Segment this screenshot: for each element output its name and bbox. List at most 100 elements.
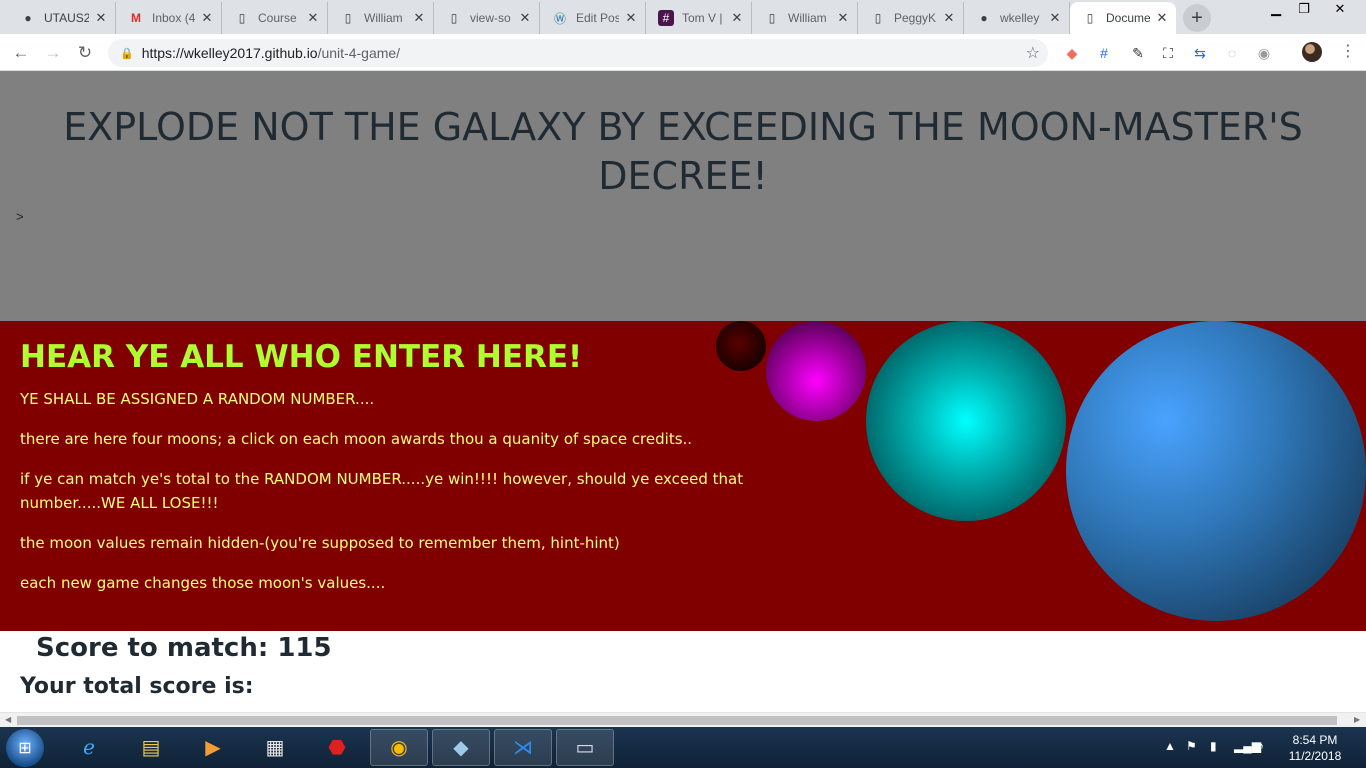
page-icon: ▯: [1086, 11, 1094, 25]
close-icon[interactable]: ✕: [1154, 10, 1170, 26]
browser-tab[interactable]: # Tom V | ✕: [646, 2, 752, 34]
browser-tab[interactable]: ● wkelley ✕: [964, 2, 1070, 34]
rule-text: the moon values remain hidden-(you're su…: [20, 534, 620, 552]
media-player-icon[interactable]: ▶: [184, 729, 242, 766]
tab-title: wkelley: [1000, 11, 1040, 25]
back-icon[interactable]: ←: [8, 40, 34, 66]
browser-toolbar: ← → ↻ 🔒 https://wkelley2017.github.io/un…: [0, 34, 1366, 71]
page-title: EXPLODE NOT THE GALAXY BY EXCEEDING THE …: [63, 105, 1303, 198]
tab-strip: ● UTAUS2 ✕ M Inbox (4 ✕ ▯ Course ✕ ▯ Wil…: [0, 0, 1366, 34]
close-icon[interactable]: ✕: [835, 10, 851, 26]
reload-icon[interactable]: ↻: [72, 40, 98, 66]
browser-tab[interactable]: Ⓦ Edit Pos ✕: [540, 2, 646, 34]
github-icon: ●: [980, 11, 988, 25]
tab-title: William: [364, 11, 403, 25]
extension-icon[interactable]: ◆: [1062, 43, 1082, 63]
page-icon: ▯: [238, 11, 246, 25]
browser-tab[interactable]: ▯ Course ✕: [222, 2, 328, 34]
wordpress-icon: Ⓦ: [553, 11, 566, 26]
volume-icon[interactable]: ♪: [1258, 739, 1264, 753]
scrollbar-thumb[interactable]: [17, 716, 1337, 725]
browser-tab[interactable]: M Inbox (4 ✕: [116, 2, 222, 34]
bookmark-star-icon[interactable]: ☆: [1026, 43, 1040, 63]
flag-icon[interactable]: ⚑: [1186, 739, 1197, 753]
tab-title: view-so: [470, 11, 511, 25]
battery-icon[interactable]: ▮: [1210, 739, 1217, 753]
tab-title: UTAUS2: [44, 11, 89, 25]
scroll-left-icon[interactable]: ◀: [5, 715, 11, 724]
system-clock[interactable]: 8:54 PM 11/2/2018: [1282, 732, 1348, 764]
restore-icon[interactable]: ❐: [1290, 0, 1318, 18]
acrobat-icon[interactable]: ⬣: [308, 729, 366, 766]
close-icon[interactable]: ✕: [623, 10, 639, 26]
browser-tab[interactable]: ▯ William ✕: [752, 2, 858, 34]
close-icon[interactable]: ✕: [93, 10, 109, 26]
page-viewport: EXPLODE NOT THE GALAXY BY EXCEEDING THE …: [0, 71, 1366, 712]
menu-icon[interactable]: ⋮: [1340, 41, 1356, 61]
slack-icon: #: [658, 10, 674, 26]
instructions-heading: HEAR YE ALL WHO ENTER HERE!: [20, 339, 583, 375]
close-icon[interactable]: ✕: [1047, 10, 1063, 26]
start-button[interactable]: ⊞: [6, 729, 44, 767]
address-bar[interactable]: 🔒 https://wkelley2017.github.io/unit-4-g…: [108, 39, 1048, 67]
command-prompt-icon[interactable]: ▭: [556, 729, 614, 766]
internet-explorer-icon[interactable]: ℯ: [60, 729, 118, 766]
extension-icon[interactable]: #: [1094, 43, 1114, 63]
close-icon[interactable]: ✕: [199, 10, 215, 26]
extension-icon[interactable]: ◌: [1222, 43, 1242, 63]
forward-icon[interactable]: →: [40, 40, 66, 66]
camera-icon[interactable]: ◉: [1254, 43, 1274, 63]
clock-date: 11/2/2018: [1288, 749, 1342, 763]
tab-title: William: [788, 11, 827, 25]
url-host: https://wkelley2017.github.io: [141, 45, 318, 61]
rule-text: if ye can match ye's total to the RANDOM…: [20, 470, 744, 512]
close-icon[interactable]: ✕: [517, 10, 533, 26]
document-app-icon[interactable]: ▦: [246, 729, 304, 766]
tab-title: Tom V |: [682, 11, 723, 25]
chrome-icon[interactable]: ◉: [370, 729, 428, 766]
extension-icon[interactable]: ⇆: [1190, 43, 1210, 63]
moon-button-3[interactable]: [866, 321, 1066, 521]
browser-tab-active[interactable]: ▯ Docume ✕: [1070, 2, 1176, 34]
close-window-icon[interactable]: ✕: [1326, 0, 1354, 18]
tab-title: PeggyK: [894, 11, 937, 25]
page-icon: ▯: [344, 11, 352, 25]
moon-button-2[interactable]: [766, 321, 866, 421]
page-icon: ▯: [768, 11, 776, 25]
instructions-panel: HEAR YE ALL WHO ENTER HERE! YE SHALL BE …: [0, 321, 1366, 631]
close-icon[interactable]: ✕: [941, 10, 957, 26]
close-icon[interactable]: ✕: [411, 10, 427, 26]
score-to-match: Score to match: 115: [36, 633, 332, 663]
horizontal-scrollbar[interactable]: ◀ ▶: [0, 712, 1366, 727]
tab-title: Edit Pos: [576, 11, 619, 25]
minimize-icon[interactable]: ▁: [1262, 0, 1290, 18]
url-path: /unit-4-game/: [317, 45, 401, 61]
page-icon: ▯: [874, 11, 882, 25]
score-value: 115: [277, 633, 332, 663]
screenshot-icon[interactable]: ⛶: [1158, 43, 1178, 63]
rule-text: YE SHALL BE ASSIGNED A RANDOM NUMBER....: [20, 390, 375, 408]
taskbar: ⊞ ℯ ▤ ▶ ▦ ⬣ ◉ ◆ ⋊ ▭ ▲ ⚑ ▮ ▂▄▆ ♪ 8:54 PM …: [0, 727, 1366, 768]
stray-text: >: [16, 209, 24, 224]
browser-tab[interactable]: ● UTAUS2 ✕: [8, 2, 116, 34]
file-explorer-icon[interactable]: ▤: [122, 729, 180, 766]
moon-button-4[interactable]: [1066, 321, 1366, 621]
rule-text: there are here four moons; a click on ea…: [20, 430, 693, 448]
profile-avatar[interactable]: [1302, 42, 1322, 62]
moon-button-1[interactable]: [716, 321, 766, 371]
rule-text: each new game changes those moon's value…: [20, 574, 386, 592]
browser-tab[interactable]: ▯ William ✕: [328, 2, 434, 34]
close-icon[interactable]: ✕: [729, 10, 745, 26]
extension-icon[interactable]: ✎: [1128, 43, 1148, 63]
browser-tab[interactable]: ▯ PeggyK ✕: [858, 2, 964, 34]
show-hidden-icons-icon[interactable]: ▲: [1164, 739, 1176, 753]
score-label: Score to match:: [36, 633, 269, 663]
browser-tab[interactable]: ▯ view-so ✕: [434, 2, 540, 34]
network-icon[interactable]: ▂▄▆: [1234, 739, 1261, 753]
page-icon: ▯: [450, 11, 458, 25]
close-icon[interactable]: ✕: [305, 10, 321, 26]
new-tab-button[interactable]: +: [1183, 4, 1211, 32]
vscode-icon[interactable]: ⋊: [494, 729, 552, 766]
scroll-right-icon[interactable]: ▶: [1354, 715, 1360, 724]
app-icon[interactable]: ◆: [432, 729, 490, 766]
